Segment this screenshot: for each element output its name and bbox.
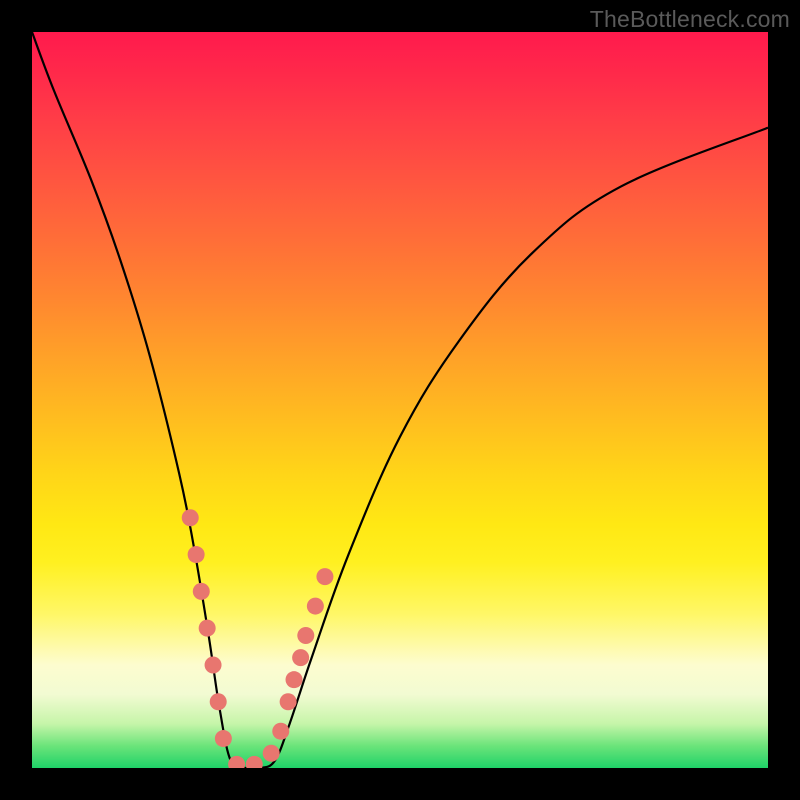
highlight-point [286, 671, 303, 688]
highlight-point [246, 756, 263, 768]
highlight-point [292, 649, 309, 666]
highlight-point [307, 598, 324, 615]
highlight-point [263, 745, 280, 762]
highlight-point [297, 627, 314, 644]
chart-svg [32, 32, 768, 768]
highlight-point [182, 509, 199, 526]
highlight-point [215, 730, 232, 747]
highlight-point [199, 620, 216, 637]
highlight-point [210, 693, 227, 710]
highlight-point [205, 656, 222, 673]
highlight-point [193, 583, 210, 600]
highlight-markers [182, 509, 334, 768]
plot-area [32, 32, 768, 768]
highlight-point [316, 568, 333, 585]
watermark-label: TheBottleneck.com [590, 6, 790, 33]
highlight-point [188, 546, 205, 563]
highlight-point [272, 723, 289, 740]
highlight-point [280, 693, 297, 710]
chart-container: TheBottleneck.com [0, 0, 800, 800]
bottleneck-curve-path [32, 32, 768, 768]
